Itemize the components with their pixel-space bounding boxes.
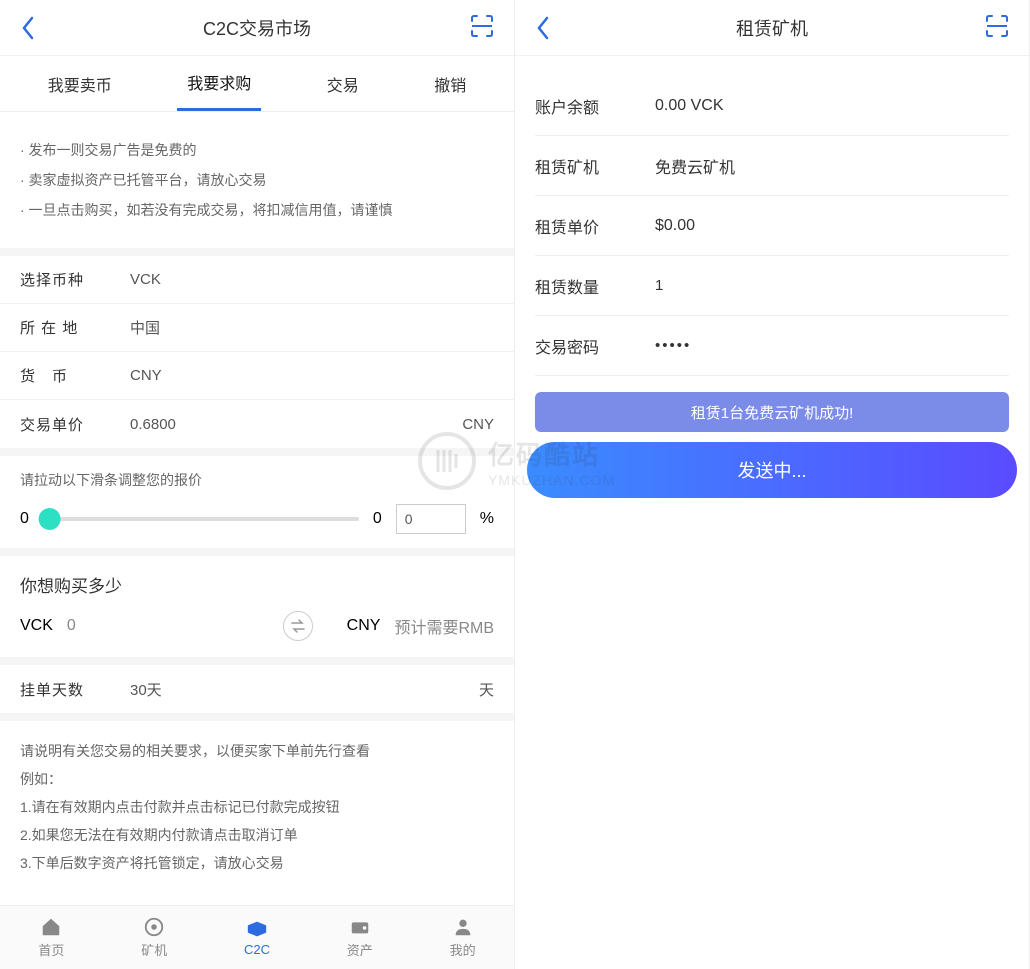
note-line: 2.如果您无法在有效期内付款请点击取消订单 <box>20 821 494 849</box>
tab-sell[interactable]: 我要卖币 <box>38 58 122 110</box>
row-location[interactable]: 所 在 地 中国 <box>0 304 514 352</box>
tab-buy[interactable]: 我要求购 <box>177 56 261 111</box>
scan-icon[interactable] <box>468 12 500 44</box>
coin-value: VCK <box>120 271 494 288</box>
notes-section: 请说明有关您交易的相关要求，以便买家下单前先行查看 例如： 1.请在有效期内点击… <box>0 721 514 893</box>
balance-value: 0.00 VCK <box>655 97 723 115</box>
note-line: 3.下单后数字资产将托管锁定，请放心交易 <box>20 849 494 877</box>
c2c-tabs: 我要卖币 我要求购 交易 撤销 <box>0 56 514 112</box>
percent-input[interactable] <box>396 504 466 534</box>
profile-icon <box>452 916 474 938</box>
slider-section: 请拉动以下滑条调整您的报价 0 0 % <box>0 456 514 556</box>
days-suffix: 天 <box>479 679 494 700</box>
tabbar-label: 我的 <box>450 940 476 959</box>
slider-hint: 请拉动以下滑条调整您的报价 <box>20 470 494 490</box>
price-suffix: CNY <box>462 416 494 433</box>
note-line: 1.请在有效期内点击付款并点击标记已付款完成按钮 <box>20 793 494 821</box>
left-panel: C2C交易市场 我要卖币 我要求购 交易 撤销 · 发布一则交易广告是免费的 ·… <box>0 0 515 969</box>
row-currency[interactable]: 货 币 CNY <box>0 352 514 400</box>
tabbar-label: 首页 <box>38 940 64 959</box>
row-password: 交易密码 <box>535 316 1009 376</box>
price-value: 0.6800 <box>120 416 462 433</box>
buy-amount[interactable]: 0 <box>67 617 249 635</box>
days-value: 30天 <box>120 679 479 700</box>
c2c-icon <box>246 918 268 940</box>
row-unitprice: 租赁单价 $0.00 <box>535 196 1009 256</box>
percent-suffix: % <box>480 510 494 528</box>
buy-unit-left: VCK <box>20 617 53 635</box>
password-input[interactable] <box>655 337 854 354</box>
currency-label: 货 币 <box>20 365 120 386</box>
row-machine[interactable]: 租赁矿机 免费云矿机 <box>535 136 1009 196</box>
info-block: · 发布一则交易广告是免费的 · 卖家虚拟资产已托管平台，请放心交易 · 一旦点… <box>0 112 514 256</box>
miner-icon <box>143 916 165 938</box>
machine-value: 免费云矿机 <box>655 154 735 178</box>
buy-title: 你想购买多少 <box>20 572 494 597</box>
days-section: 挂单天数 30天 天 <box>0 665 514 721</box>
quantity-input[interactable] <box>655 277 854 294</box>
buy-unit-right: CNY <box>347 617 381 635</box>
page-title: C2C交易市场 <box>203 15 311 41</box>
password-label: 交易密码 <box>535 334 655 358</box>
row-price: 交易单价 0.6800 CNY <box>0 400 514 448</box>
bottom-tabbar: 首页 矿机 C2C 资产 我的 <box>0 905 514 969</box>
unitprice-label: 租赁单价 <box>535 214 655 238</box>
row-balance: 账户余额 0.00 VCK <box>535 76 1009 136</box>
home-icon <box>40 916 62 938</box>
success-toast: 租赁1台免费云矿机成功! <box>535 392 1009 432</box>
tabbar-label: 资产 <box>347 940 373 959</box>
buy-section: 你想购买多少 VCK 0 CNY 预计需要RMB <box>0 556 514 665</box>
buy-hint: 预计需要RMB <box>394 614 494 638</box>
price-label: 交易单价 <box>20 414 120 435</box>
row-days[interactable]: 挂单天数 30天 天 <box>0 665 514 713</box>
tabbar-label: 矿机 <box>141 940 167 959</box>
location-value: 中国 <box>120 317 494 338</box>
tabbar-home[interactable]: 首页 <box>0 906 103 969</box>
row-quantity: 租赁数量 <box>535 256 1009 316</box>
tabbar-miner[interactable]: 矿机 <box>103 906 206 969</box>
tab-trade[interactable]: 交易 <box>317 58 369 110</box>
submit-button[interactable]: 发送中... <box>527 442 1017 498</box>
currency-value: CNY <box>120 367 494 384</box>
tabbar-c2c[interactable]: C2C <box>206 906 309 969</box>
unitprice-value: $0.00 <box>655 217 695 235</box>
form-section: 选择币种 VCK 所 在 地 中国 货 币 CNY 交易单价 0.6800 CN… <box>0 256 514 456</box>
right-panel: 租赁矿机 账户余额 0.00 VCK 租赁矿机 免费云矿机 租赁单价 $0.00… <box>515 0 1030 969</box>
slider-thumb[interactable] <box>39 508 61 530</box>
tabbar-asset[interactable]: 资产 <box>308 906 411 969</box>
quantity-label: 租赁数量 <box>535 274 655 298</box>
right-header: 租赁矿机 <box>515 0 1029 56</box>
left-header: C2C交易市场 <box>0 0 514 56</box>
machine-label: 租赁矿机 <box>535 154 655 178</box>
location-label: 所 在 地 <box>20 317 120 338</box>
note-line: 请说明有关您交易的相关要求，以便买家下单前先行查看 <box>20 737 494 765</box>
asset-icon <box>349 916 371 938</box>
tab-cancel[interactable]: 撤销 <box>424 58 476 110</box>
back-icon[interactable] <box>14 14 42 42</box>
swap-icon[interactable] <box>283 611 313 641</box>
scan-icon[interactable] <box>983 12 1015 44</box>
balance-label: 账户余额 <box>535 94 655 118</box>
slider-max: 0 <box>373 510 382 528</box>
note-line: 例如： <box>20 765 494 793</box>
tabbar-label: C2C <box>244 942 270 957</box>
info-line: · 发布一则交易广告是免费的 <box>20 140 494 160</box>
tabbar-profile[interactable]: 我的 <box>411 906 514 969</box>
days-label: 挂单天数 <box>20 679 120 700</box>
row-coin[interactable]: 选择币种 VCK <box>0 256 514 304</box>
slider-min: 0 <box>20 510 29 528</box>
rent-form: 账户余额 0.00 VCK 租赁矿机 免费云矿机 租赁单价 $0.00 租赁数量… <box>515 76 1029 376</box>
page-title: 租赁矿机 <box>736 15 808 41</box>
info-line: · 卖家虚拟资产已托管平台，请放心交易 <box>20 170 494 190</box>
coin-label: 选择币种 <box>20 269 120 290</box>
price-slider[interactable] <box>43 517 359 521</box>
info-line: · 一旦点击购买，如若没有完成交易，将扣减信用值，请谨慎 <box>20 200 494 220</box>
back-icon[interactable] <box>529 14 557 42</box>
